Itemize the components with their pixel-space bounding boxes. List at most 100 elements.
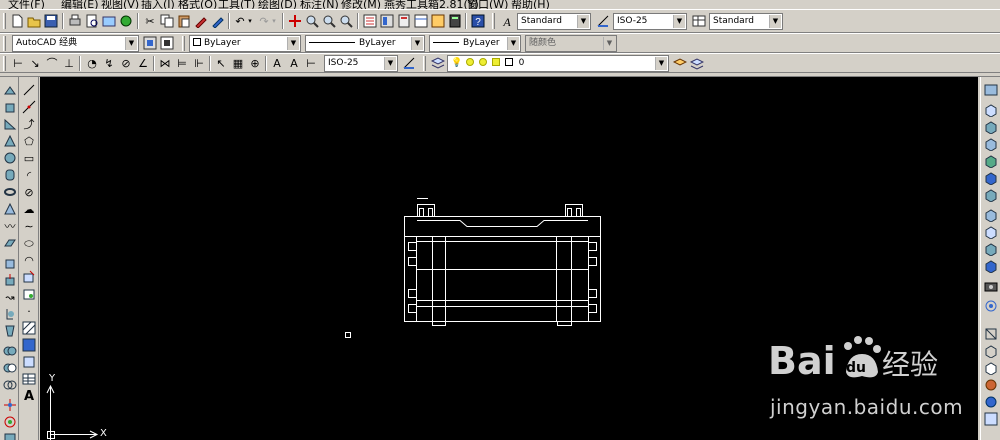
cut-icon[interactable]: ✂ <box>142 13 158 29</box>
menu-draw[interactable]: 绘图(D) <box>258 0 297 9</box>
rectangle-icon[interactable]: ▭ <box>21 150 37 166</box>
color-select[interactable]: ByLayer ▼ <box>189 35 301 52</box>
menu-insert[interactable]: 插入(I) <box>141 0 175 9</box>
realistic-icon[interactable] <box>983 377 999 393</box>
hatch-icon[interactable] <box>21 320 37 336</box>
paste-icon[interactable] <box>176 13 192 29</box>
text-style-select[interactable]: Standard ▼ <box>517 13 591 30</box>
layer-select[interactable]: 💡 0 ▼ <box>447 55 669 72</box>
quickcalc-icon[interactable] <box>447 13 463 29</box>
front-view-icon[interactable] <box>983 170 999 186</box>
ellipse-icon[interactable]: ⬭ <box>21 235 37 251</box>
ellipse-arc-icon[interactable]: ◠ <box>21 252 37 268</box>
dimension-edit-icon[interactable]: A <box>269 55 285 71</box>
tool-palettes-icon[interactable] <box>396 13 412 29</box>
construction-line-icon[interactable] <box>21 99 37 115</box>
menu-format[interactable]: 格式(O) <box>178 0 217 9</box>
insert-block-icon[interactable] <box>21 269 37 285</box>
sw-iso-view-icon[interactable] <box>983 207 999 223</box>
lineweight-select[interactable]: ByLayer ▼ <box>429 35 521 52</box>
right-view-icon[interactable] <box>983 153 999 169</box>
se-iso-view-icon[interactable] <box>983 224 999 240</box>
new-icon[interactable] <box>9 13 25 29</box>
subtract-icon[interactable] <box>2 360 18 376</box>
text-style-icon[interactable]: A <box>499 13 515 29</box>
intersect-icon[interactable] <box>2 377 18 393</box>
make-object-layer-current-icon[interactable] <box>672 55 688 71</box>
dimension-style-select[interactable]: ISO-25 ▼ <box>324 55 398 72</box>
baseline-icon[interactable]: ⊨ <box>174 55 190 71</box>
zoom-realtime-icon[interactable] <box>304 13 320 29</box>
arc-length-icon[interactable]: ⌒ <box>44 55 60 71</box>
save-workspace-icon[interactable] <box>159 35 175 51</box>
named-views-icon[interactable] <box>983 82 999 98</box>
planar-surface-icon[interactable] <box>2 235 18 251</box>
polysolid-icon[interactable] <box>2 82 18 98</box>
menu-edit[interactable]: 编辑(E) <box>61 0 99 9</box>
spline-icon[interactable]: ∼ <box>21 218 37 234</box>
angular-icon[interactable]: ∠ <box>135 55 151 71</box>
nw-iso-view-icon[interactable] <box>983 258 999 274</box>
zoom-previous-icon[interactable] <box>338 13 354 29</box>
camera-icon[interactable] <box>983 278 999 294</box>
menu-view[interactable]: 视图(V) <box>101 0 139 9</box>
table-style-icon[interactable] <box>691 13 707 29</box>
block-editor-icon[interactable] <box>210 13 226 29</box>
radius-icon[interactable]: ◔ <box>84 55 100 71</box>
design-center-icon[interactable] <box>379 13 395 29</box>
gradient-icon[interactable] <box>21 337 37 353</box>
jogged-icon[interactable]: ↯ <box>101 55 117 71</box>
pan-icon[interactable] <box>287 13 303 29</box>
sheet-set-icon[interactable] <box>413 13 429 29</box>
help-icon[interactable]: ? <box>470 13 486 29</box>
plot-preview-icon[interactable] <box>84 13 100 29</box>
wedge-icon[interactable] <box>2 116 18 132</box>
3d-orbit-icon[interactable] <box>983 298 999 314</box>
ordinate-icon[interactable]: ⊥ <box>61 55 77 71</box>
revision-cloud-icon[interactable]: ☁ <box>21 201 37 217</box>
dim-style-icon[interactable] <box>595 13 611 29</box>
diameter-icon[interactable]: ⊘ <box>118 55 134 71</box>
menu-file[interactable]: 文件(F) <box>8 0 45 9</box>
print-icon[interactable] <box>67 13 83 29</box>
copy-icon[interactable] <box>159 13 175 29</box>
mtext-icon[interactable]: A <box>21 388 37 404</box>
linetype-select[interactable]: ByLayer ▼ <box>305 35 425 52</box>
plot-style-select[interactable]: 随颜色 ▼ <box>525 35 617 52</box>
3d-align-icon[interactable] <box>2 431 18 440</box>
linear-dimension-icon[interactable]: ⊢ <box>10 55 26 71</box>
point-icon[interactable]: · <box>21 303 37 319</box>
box-icon[interactable] <box>2 99 18 115</box>
3d-hidden-icon[interactable] <box>983 360 999 376</box>
menu-yanxiu-tools[interactable]: 燕秀工具箱2.81(Y) <box>384 0 479 9</box>
loft-icon[interactable] <box>2 323 18 339</box>
arc-icon[interactable]: ◜ <box>21 167 37 183</box>
helix-icon[interactable]: 〰 <box>2 218 18 234</box>
ne-iso-view-icon[interactable] <box>983 241 999 257</box>
menu-window[interactable]: 窗口(W) <box>467 0 508 9</box>
cylinder-icon[interactable] <box>2 167 18 183</box>
properties-icon[interactable] <box>362 13 378 29</box>
publish-icon[interactable] <box>101 13 117 29</box>
presspull-icon[interactable] <box>2 272 18 288</box>
top-view-icon[interactable] <box>983 102 999 118</box>
dimension-style-icon[interactable] <box>401 55 417 71</box>
3d-wireframe-icon[interactable] <box>983 343 999 359</box>
menu-dimension[interactable]: 标注(N) <box>300 0 339 9</box>
back-view-icon[interactable] <box>983 187 999 203</box>
layer-manager-icon[interactable] <box>430 55 446 71</box>
tolerance-icon[interactable]: ▦ <box>230 55 246 71</box>
2d-wireframe-icon[interactable] <box>983 326 999 342</box>
quick-dimension-icon[interactable]: ⋈ <box>157 55 173 71</box>
menu-modify[interactable]: 修改(M) <box>341 0 381 9</box>
cone-icon[interactable] <box>2 133 18 149</box>
bottom-view-icon[interactable] <box>983 119 999 135</box>
sphere-icon[interactable] <box>2 150 18 166</box>
left-view-icon[interactable] <box>983 136 999 152</box>
3d-move-icon[interactable] <box>2 397 18 413</box>
workspace-settings-icon[interactable] <box>142 35 158 51</box>
menu-tools[interactable]: 工具(T) <box>218 0 255 9</box>
region-icon[interactable] <box>21 354 37 370</box>
torus-icon[interactable] <box>2 184 18 200</box>
match-properties-icon[interactable] <box>193 13 209 29</box>
